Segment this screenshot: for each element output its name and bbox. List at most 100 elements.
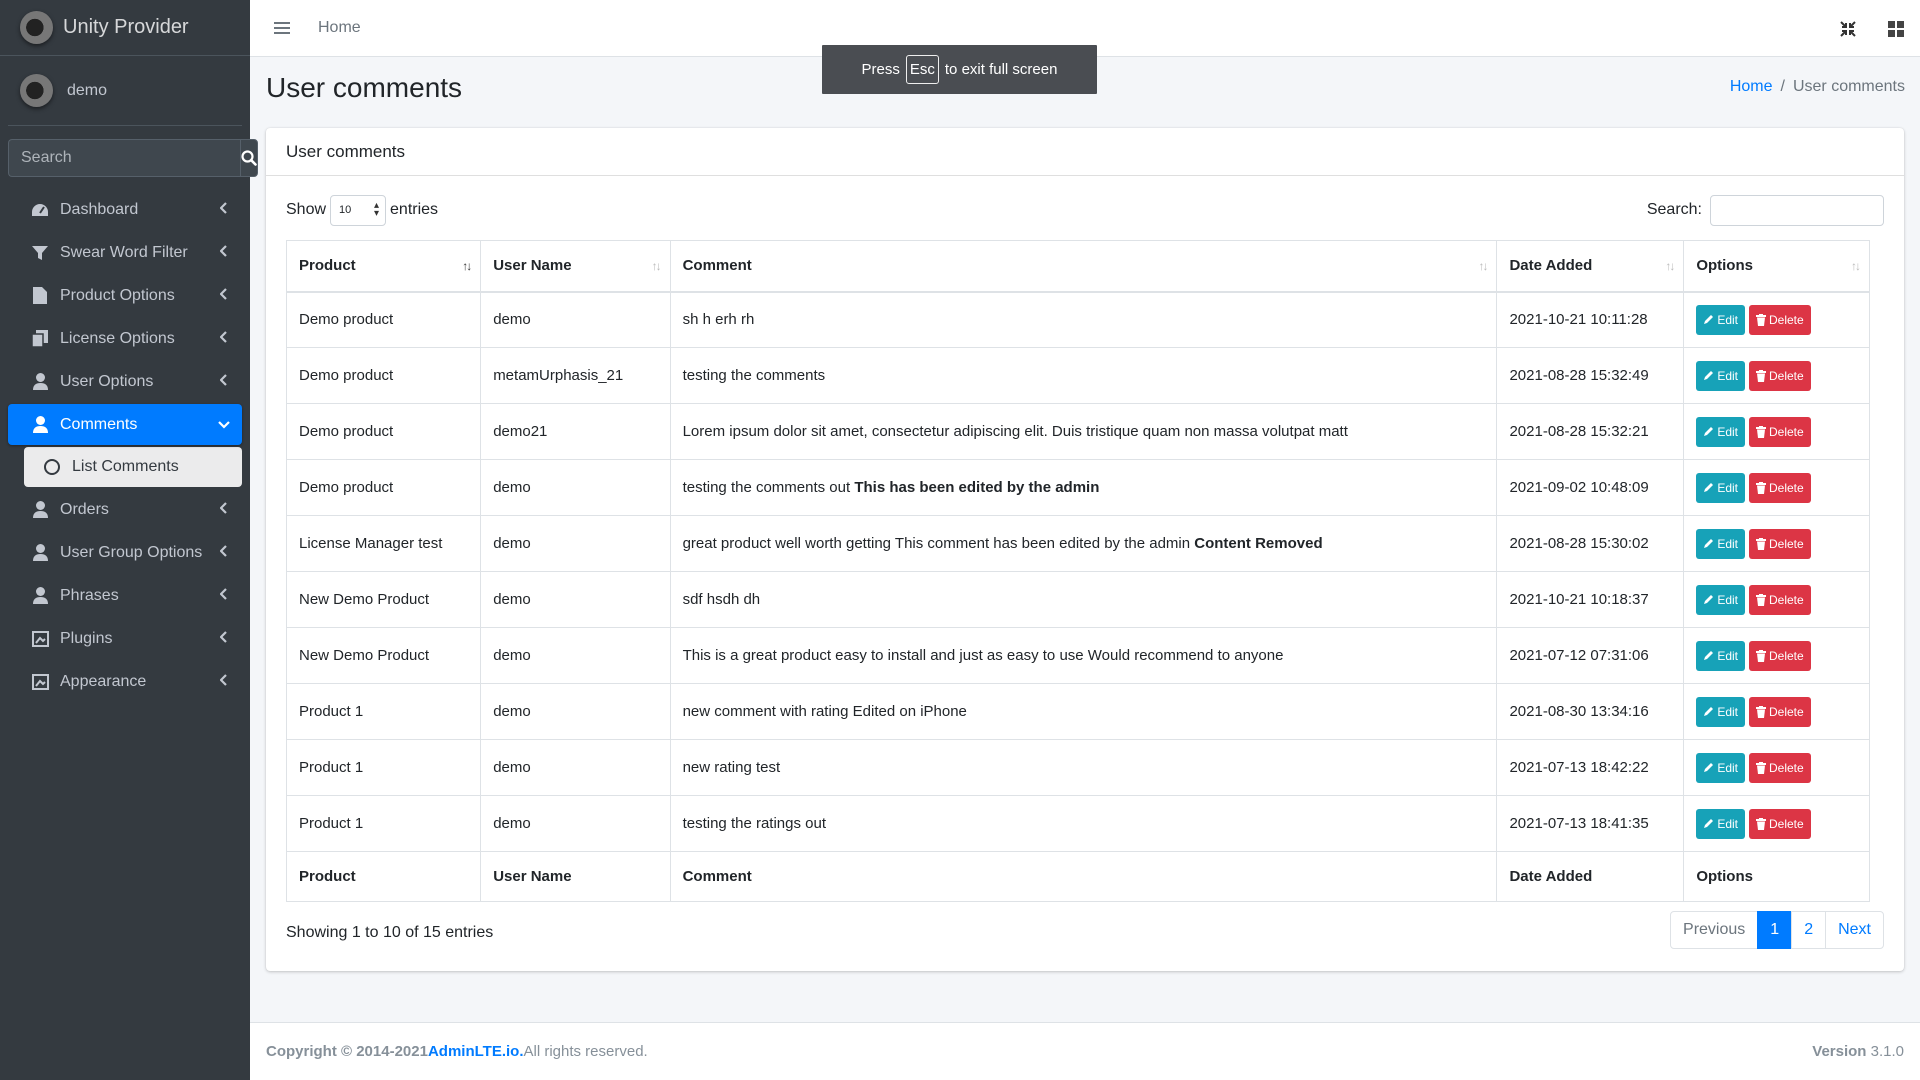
page-title: User comments (266, 72, 463, 103)
tachometer-icon (28, 200, 52, 220)
menu-toggle-button[interactable] (258, 0, 306, 57)
table-row: Demo product demo21 Lorem ipsum dolor sit … (285, 403, 1870, 460)
table-row: New Demo Product demo sdf hsdh dh 2021-10-2… (285, 571, 1870, 628)
edit-button[interactable]: Edit (1696, 528, 1745, 559)
entries-length-select[interactable]: 10 ▴ ▾ (330, 194, 387, 226)
control-sidebar-button[interactable] (1884, 17, 1908, 41)
edit-button[interactable]: Edit (1696, 696, 1745, 727)
delete-label: Delete (1769, 704, 1804, 719)
user-panel[interactable]: demo (8, 56, 242, 126)
table-row: Demo product metamUrphasis_21 testing the … (285, 347, 1870, 404)
cell-date-added: 2021-10-21 10:18:37 (1496, 571, 1685, 628)
sidebar-item-product-options[interactable]: Product Options (8, 275, 242, 316)
sidebar-item-phrases[interactable]: Phrases (8, 575, 242, 616)
plugin-icon (28, 672, 52, 692)
sidebar-search-button[interactable] (240, 139, 258, 177)
comment-text: testing the comments (682, 367, 826, 384)
sidebar-subitem-list-comments[interactable]: List Comments (24, 447, 242, 487)
pencil-icon (1704, 595, 1714, 604)
trash-icon (1756, 313, 1766, 326)
cell-comment: This is a great product easy to install … (669, 627, 1498, 684)
comments-card: User comments Show 10 ▴ ▾ entries Search:… (266, 128, 1904, 971)
brand-link[interactable]: Unity Provider (0, 0, 250, 56)
cell-options: Edit Delete (1683, 627, 1870, 684)
pencil-icon (1704, 427, 1714, 436)
delete-button[interactable]: Delete (1749, 472, 1811, 503)
footer-version: Version 3.1.0 (1812, 1043, 1904, 1060)
sidebar-item-swear-word-filter[interactable]: Swear Word Filter (8, 232, 242, 273)
cell-date-added: 2021-10-21 10:11:28 (1496, 291, 1685, 348)
edit-label: Edit (1717, 536, 1738, 551)
trash-icon (1756, 369, 1766, 382)
show-label: Show (286, 201, 327, 218)
sidebar-item-appearance[interactable]: Appearance (8, 661, 242, 702)
pagination-page-1[interactable]: 1 (1757, 911, 1793, 949)
edit-button[interactable]: Edit (1696, 808, 1745, 839)
edit-button[interactable]: Edit (1696, 584, 1745, 615)
cell-comment: sdf hsdh dh (669, 571, 1498, 628)
sidebar-item-dashboard[interactable]: Dashboard (8, 189, 242, 230)
footer-adminlte-link[interactable]: AdminLTE.io. (428, 1043, 524, 1060)
entries-label: entries (390, 201, 439, 218)
sidebar-item-user-group-options[interactable]: User Group Options (8, 532, 242, 573)
sidebar-item-comments[interactable]: Comments (8, 404, 242, 445)
delete-label: Delete (1769, 760, 1804, 775)
column-header-product[interactable]: Product ↑↓ (285, 240, 482, 293)
edit-label: Edit (1717, 480, 1738, 495)
edit-button[interactable]: Edit (1696, 360, 1745, 391)
sidebar-item-plugins[interactable]: Plugins (8, 618, 242, 659)
edit-label: Edit (1717, 648, 1738, 663)
column-header-comment[interactable]: Comment ↑↓ (669, 240, 1498, 293)
edit-button[interactable]: Edit (1696, 304, 1745, 335)
sidebar-item-orders[interactable]: Orders (8, 489, 242, 530)
delete-button[interactable]: Delete (1749, 752, 1811, 783)
pagination-page-2[interactable]: 2 (1791, 911, 1827, 949)
delete-button[interactable]: Delete (1749, 808, 1811, 839)
edit-button[interactable]: Edit (1696, 416, 1745, 447)
column-header-date-added[interactable]: Date Added ↑↓ (1496, 240, 1685, 293)
pencil-icon (1704, 763, 1714, 772)
card-title: User comments (266, 128, 1904, 176)
delete-button[interactable]: Delete (1749, 528, 1811, 559)
delete-label: Delete (1769, 480, 1804, 495)
sidebar-item-label: Orders (60, 500, 109, 518)
top-nav-home[interactable]: Home (318, 19, 361, 37)
footer-comment: Comment (669, 851, 1498, 902)
delete-button[interactable]: Delete (1749, 304, 1811, 335)
pencil-icon (1704, 315, 1714, 325)
sidebar-search-input[interactable] (8, 139, 240, 177)
delete-button[interactable]: Delete (1749, 640, 1811, 671)
cell-product: Product 1 (285, 683, 482, 740)
sidebar-item-label: User Options (60, 372, 154, 390)
table-row: Product 1 demo new comment with rating Edi… (285, 683, 1870, 740)
sidebar-item-license-options[interactable]: License Options (8, 318, 242, 359)
delete-button[interactable]: Delete (1749, 696, 1811, 727)
sidebar-search (8, 139, 258, 177)
table-row: Product 1 demo new rating test 2021-07-13 1… (285, 739, 1870, 796)
edit-label: Edit (1717, 760, 1738, 775)
breadcrumb-separator: / (1780, 78, 1785, 95)
edit-button[interactable]: Edit (1696, 752, 1745, 783)
toast-text: to exit full screen (944, 61, 1058, 78)
table-header-row: Product ↑↓ User Name ↑↓ Comment ↑↓ Date Add… (285, 240, 1870, 293)
comment-text: testing the ratings out (682, 815, 827, 832)
sidebar-nav: Dashboard Swear Word Filter Product Option… (0, 189, 250, 702)
breadcrumb-home[interactable]: Home (1730, 78, 1773, 96)
delete-button[interactable]: Delete (1749, 584, 1811, 615)
cell-options: Edit Delete (1683, 571, 1870, 628)
user-icon (28, 543, 52, 563)
user-icon (28, 372, 52, 392)
pagination-next[interactable]: Next (1825, 911, 1884, 949)
pagination-previous[interactable]: Previous (1670, 911, 1759, 949)
sidebar-item-user-options[interactable]: User Options (8, 361, 242, 402)
edit-button[interactable]: Edit (1696, 472, 1745, 503)
cell-date-added: 2021-08-28 15:32:49 (1496, 347, 1685, 404)
delete-button[interactable]: Delete (1749, 416, 1811, 447)
table-search-input[interactable] (1710, 194, 1884, 226)
column-header-options[interactable]: Options ↑↓ (1683, 240, 1870, 293)
fullscreen-button[interactable] (1836, 17, 1860, 41)
delete-button[interactable]: Delete (1749, 360, 1811, 391)
column-header-user-name[interactable]: User Name ↑↓ (480, 240, 671, 293)
edit-button[interactable]: Edit (1696, 640, 1745, 671)
cell-product: Product 1 (285, 795, 482, 852)
